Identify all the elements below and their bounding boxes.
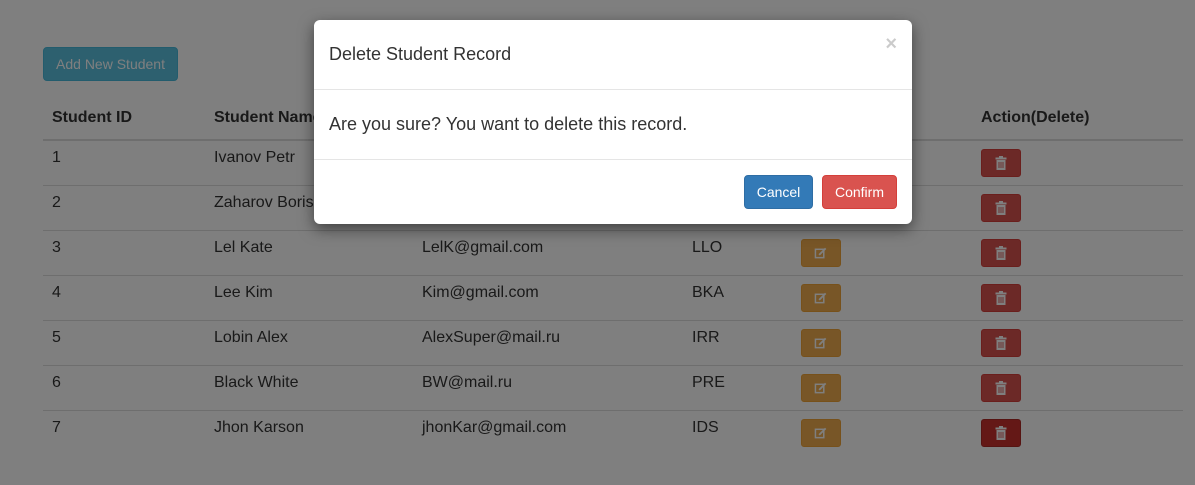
modal-message: Are you sure? You want to delete this re… bbox=[329, 114, 688, 134]
close-icon[interactable]: × bbox=[885, 33, 897, 56]
modal-header: Delete Student Record × bbox=[314, 20, 912, 90]
delete-confirm-dialog: Delete Student Record × Are you sure? Yo… bbox=[314, 20, 912, 224]
cancel-button[interactable]: Cancel bbox=[744, 175, 813, 209]
modal-title: Delete Student Record bbox=[329, 44, 512, 64]
modal-footer: Cancel Confirm bbox=[314, 160, 912, 224]
confirm-button[interactable]: Confirm bbox=[822, 175, 897, 209]
modal-body: Are you sure? You want to delete this re… bbox=[314, 90, 912, 160]
page: Add New Student Student ID Student Name … bbox=[0, 0, 1195, 485]
